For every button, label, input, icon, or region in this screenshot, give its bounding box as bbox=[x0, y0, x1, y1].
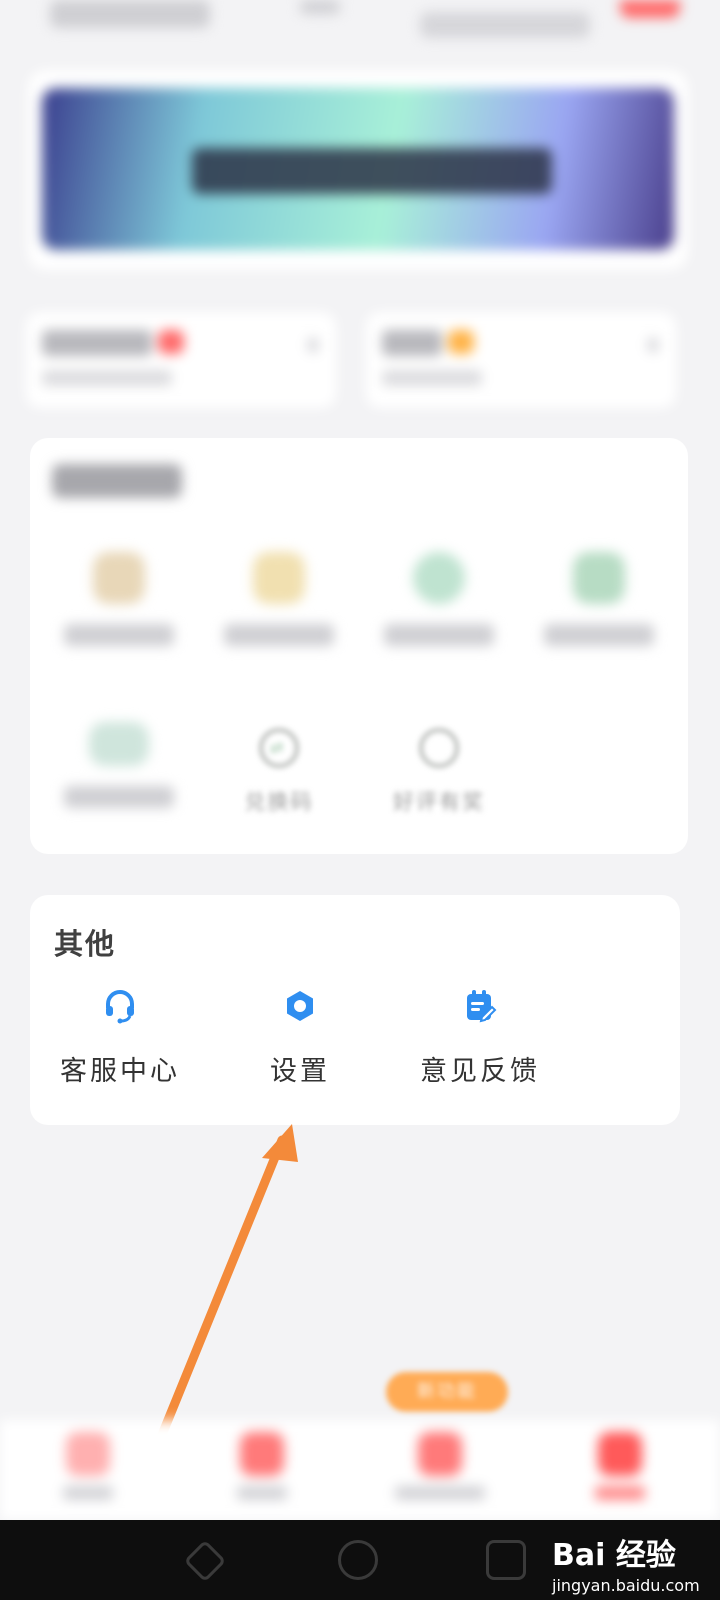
tab-2[interactable] bbox=[202, 1432, 322, 1500]
tab-profile[interactable] bbox=[560, 1432, 680, 1500]
features-title bbox=[52, 464, 182, 498]
promo-banner[interactable] bbox=[42, 88, 674, 250]
user-name-area[interactable] bbox=[50, 0, 210, 28]
tab-label bbox=[63, 1486, 113, 1500]
settings-button[interactable]: 设置 bbox=[220, 987, 380, 1088]
feature-label bbox=[384, 624, 494, 646]
settings-label: 设置 bbox=[270, 1056, 330, 1087]
common-features-card: ⇄ 兑换码 好评有奖 bbox=[30, 438, 688, 854]
feature-item-exchange-code[interactable]: ⇄ 兑换码 bbox=[204, 722, 354, 816]
feature-item-3[interactable] bbox=[364, 552, 514, 646]
tab-home[interactable] bbox=[28, 1432, 148, 1500]
home-icon bbox=[66, 1432, 110, 1476]
feedback-icon bbox=[467, 990, 497, 1023]
baidu-jingyan-watermark: Bai 经验 jingyan.baidu.com bbox=[552, 1530, 700, 1595]
feature-icon bbox=[253, 552, 305, 604]
chevron-right-icon bbox=[648, 338, 658, 352]
feature-item-2[interactable] bbox=[204, 552, 354, 646]
watermark-brand: Bai 经验 bbox=[552, 1538, 676, 1573]
feature-item-1[interactable] bbox=[44, 552, 194, 646]
tab-label bbox=[595, 1486, 645, 1500]
vip-info[interactable] bbox=[420, 12, 590, 38]
feature-icon bbox=[93, 552, 145, 604]
feature-icon bbox=[573, 552, 625, 604]
info-card-title bbox=[382, 330, 442, 356]
info-card-title bbox=[42, 330, 152, 356]
tab-icon bbox=[418, 1432, 462, 1476]
headset-icon bbox=[106, 990, 134, 1024]
red-badge[interactable] bbox=[620, 0, 680, 18]
tab-label bbox=[395, 1486, 485, 1500]
new-feature-badge[interactable]: 新功能 bbox=[386, 1372, 508, 1412]
home-nav-icon[interactable] bbox=[338, 1540, 378, 1580]
chevron-right-icon bbox=[308, 338, 318, 352]
info-card-left[interactable] bbox=[26, 312, 336, 408]
header-icon[interactable] bbox=[300, 0, 340, 14]
feature-label: 兑换码 bbox=[244, 790, 314, 814]
other-section-card: 其他 客服中心 设置 意见反馈 bbox=[30, 895, 680, 1125]
banner-card[interactable] bbox=[28, 70, 688, 270]
feature-label bbox=[64, 786, 174, 808]
rating-icon bbox=[419, 728, 459, 768]
tab-icon bbox=[240, 1432, 284, 1476]
feature-icon bbox=[89, 722, 149, 766]
feedback-label: 意见反馈 bbox=[420, 1056, 540, 1087]
feature-label bbox=[64, 624, 174, 646]
red-dot-icon bbox=[158, 330, 184, 354]
feature-item-5[interactable] bbox=[44, 722, 194, 808]
feature-item-4[interactable] bbox=[524, 552, 674, 646]
feature-item-rating-reward[interactable]: 好评有奖 bbox=[364, 722, 514, 816]
tab-3[interactable] bbox=[380, 1432, 500, 1500]
info-card-right[interactable] bbox=[366, 312, 676, 408]
customer-service-button[interactable]: 客服中心 bbox=[40, 987, 200, 1088]
feedback-button[interactable]: 意见反馈 bbox=[400, 987, 560, 1088]
tab-label bbox=[237, 1486, 287, 1500]
info-card-subtitle bbox=[382, 370, 482, 386]
profile-icon bbox=[598, 1432, 642, 1476]
feature-icon bbox=[413, 552, 465, 604]
feature-label bbox=[224, 624, 334, 646]
info-card-subtitle bbox=[42, 370, 172, 386]
top-header bbox=[0, 0, 720, 60]
customer-service-label: 客服中心 bbox=[60, 1056, 180, 1087]
section-title: 其他 bbox=[54, 927, 117, 961]
feature-label: 好评有奖 bbox=[393, 790, 485, 814]
bottom-tab-bar bbox=[0, 1420, 720, 1520]
orange-dot-icon bbox=[448, 330, 474, 354]
exchange-icon: ⇄ bbox=[259, 728, 299, 768]
feature-label bbox=[544, 624, 654, 646]
watermark-url: jingyan.baidu.com bbox=[552, 1576, 700, 1595]
back-icon[interactable] bbox=[183, 1539, 227, 1583]
gear-icon bbox=[287, 991, 313, 1021]
recents-icon[interactable] bbox=[486, 1540, 526, 1580]
banner-text bbox=[192, 148, 552, 194]
